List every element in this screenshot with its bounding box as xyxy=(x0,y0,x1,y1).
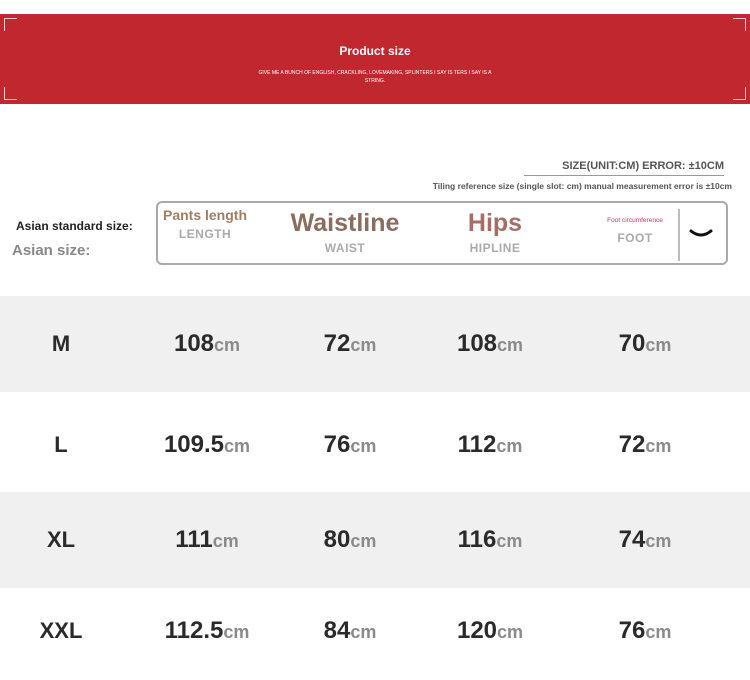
foot-cell: 76cm xyxy=(580,583,710,679)
header-subtitle: WAIST xyxy=(324,241,366,255)
value: 72 xyxy=(323,330,351,357)
unit: cm xyxy=(497,622,524,642)
value: 76 xyxy=(323,431,351,458)
header-subtitle: FOOT xyxy=(617,231,653,245)
header-pants-length: Pants length LENGTH xyxy=(160,207,250,241)
foot-cell: 74cm xyxy=(580,492,710,588)
foot-cell: 72cm xyxy=(580,397,710,493)
header-title: Pants length xyxy=(162,207,247,223)
unit: cm xyxy=(224,436,251,456)
length-cell: 111cm xyxy=(142,492,272,588)
value: 111 xyxy=(175,526,213,553)
size-unit-note: SIZE(UNIT:CM) ERROR: ±10CM xyxy=(562,160,724,172)
unit: cm xyxy=(645,622,672,642)
unit: cm xyxy=(496,531,523,551)
header-foot: Foot circumference FOOT xyxy=(590,217,680,245)
length-cell: 112.5cm xyxy=(142,583,272,679)
hip-cell: 108cm xyxy=(430,296,550,392)
header-hips: Hips HIPLINE xyxy=(440,207,550,255)
value: 72 xyxy=(618,431,646,458)
waist-cell: 84cm xyxy=(290,583,410,679)
header-waistline: Waistline WAIST xyxy=(275,207,415,255)
header-divider xyxy=(678,209,680,261)
value: 112.5 xyxy=(164,617,224,644)
size-unit-underline xyxy=(524,175,724,176)
banner: Product size GIVE ME A BUNCH OF ENGLISH,… xyxy=(0,14,750,104)
header-subtitle: HIPLINE xyxy=(469,241,521,255)
size-cell: XL xyxy=(46,527,76,552)
value: 120 xyxy=(456,617,498,644)
value: 70 xyxy=(618,330,646,357)
hip-cell: 120cm xyxy=(430,583,550,679)
length-cell: 108cm xyxy=(142,296,272,392)
unit: cm xyxy=(497,335,524,355)
header-title: Hips xyxy=(467,209,523,237)
unit: cm xyxy=(223,622,250,642)
unit: cm xyxy=(350,531,377,551)
unit: cm xyxy=(350,622,377,642)
foot-cell: 70cm xyxy=(580,296,710,392)
unit: cm xyxy=(645,335,672,355)
table-row: XL 111cm 80cm 116cm 74cm xyxy=(0,492,750,588)
banner-corner xyxy=(4,87,17,100)
chevron-down-icon[interactable] xyxy=(688,224,714,244)
header-subtitle: LENGTH xyxy=(178,227,232,241)
banner-title: Product size xyxy=(339,44,411,58)
unit: cm xyxy=(496,436,523,456)
unit: cm xyxy=(645,531,672,551)
size-cell: M xyxy=(51,331,71,356)
unit: cm xyxy=(212,531,239,551)
unit: cm xyxy=(350,436,377,456)
waist-cell: 76cm xyxy=(290,397,410,493)
table-row: M 108cm 72cm 108cm 70cm xyxy=(0,296,750,392)
waist-cell: 80cm xyxy=(290,492,410,588)
banner-corner xyxy=(733,18,746,31)
table-row: L 109.5cm 76cm 112cm 72cm xyxy=(0,397,750,493)
value: 116 xyxy=(457,526,497,553)
value: 74 xyxy=(618,526,646,553)
asian-standard-label: Asian standard size: xyxy=(16,219,133,233)
unit: cm xyxy=(350,335,377,355)
hip-cell: 116cm xyxy=(430,492,550,588)
size-cell: L xyxy=(54,432,68,457)
value: 112 xyxy=(457,431,497,458)
value: 76 xyxy=(618,617,646,644)
value: 80 xyxy=(323,526,351,553)
banner-corner xyxy=(733,87,746,100)
hip-cell: 112cm xyxy=(430,397,550,493)
waist-cell: 72cm xyxy=(290,296,410,392)
banner-subtitle: GIVE ME A BUNCH OF ENGLISH, CRACKLING, L… xyxy=(258,70,492,84)
value: 108 xyxy=(173,330,215,357)
header-title: Waistline xyxy=(290,209,400,237)
size-cell: XXL xyxy=(39,618,83,643)
asian-size-label: Asian size: xyxy=(12,242,91,259)
unit: cm xyxy=(645,436,672,456)
value: 84 xyxy=(323,617,351,644)
header-title: Foot circumference xyxy=(607,217,663,224)
value: 108 xyxy=(456,330,498,357)
value: 109.5 xyxy=(163,431,225,458)
tiling-note: Tiling reference size (single slot: cm) … xyxy=(432,181,732,191)
unit: cm xyxy=(214,335,241,355)
banner-corner xyxy=(4,18,17,31)
table-row: XXL 112.5cm 84cm 120cm 76cm xyxy=(0,583,750,664)
length-cell: 109.5cm xyxy=(142,397,272,493)
